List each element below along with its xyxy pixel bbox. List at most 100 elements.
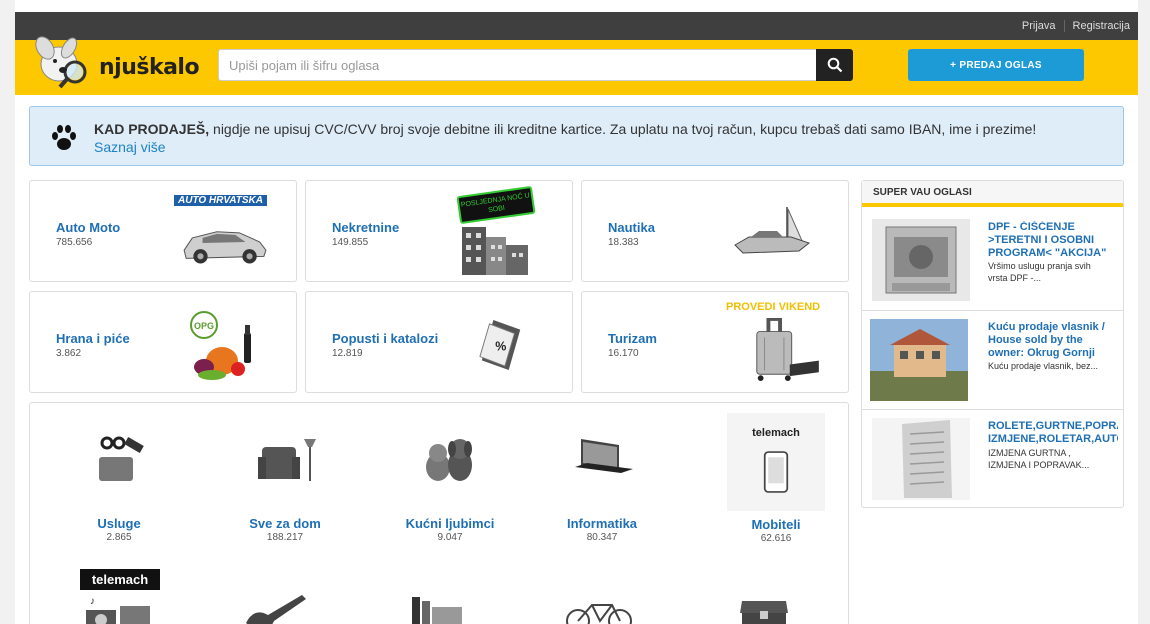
category-title: Informatika: [566, 516, 638, 531]
category-mobiteli[interactable]: telemach Mobiteli 62.616: [716, 413, 836, 544]
music-player-icon: ♪: [86, 596, 150, 624]
ad-thumbnail: [872, 219, 970, 301]
category-title: Nautika: [608, 220, 655, 235]
search-input[interactable]: Upiši pojam ili šifru oglasa: [218, 49, 820, 81]
mobile-phone-icon: [763, 451, 789, 493]
featured-ad[interactable]: DPF - ČIŠĆENJE >TERETNI I OSOBNI PROGRAM…: [862, 211, 1123, 309]
notice-bold: KAD PRODAJEŠ,: [94, 121, 210, 137]
pets-icon: [426, 439, 472, 481]
food-basket-icon: OPG: [190, 311, 251, 380]
guitar-icon: [246, 595, 306, 624]
register-link[interactable]: Registracija: [1063, 20, 1138, 32]
books-icon: [412, 597, 462, 624]
ad-thumbnail: [870, 319, 968, 401]
login-link[interactable]: Prijava: [1014, 20, 1064, 32]
search-button[interactable]: [816, 49, 853, 81]
ad-thumbnail: [872, 418, 970, 500]
category-card-auto-moto[interactable]: Auto Moto 785.656 AUTO HRVATSKA: [29, 180, 297, 282]
bicycle-icon: [566, 604, 632, 624]
ad-title-line-1: DPF - ČIŠĆENJE: [988, 221, 1075, 233]
ad-description: Kuću prodaje vlasnik, bez...: [988, 361, 1099, 371]
category-card-turizam[interactable]: Turizam 16.170 PROVEDI VIKEND: [581, 291, 849, 393]
top-bar: Prijava Registracija: [15, 12, 1138, 40]
ad-description: Vršimo uslugu pranja svih: [988, 261, 1091, 271]
category-usluge[interactable]: Usluge 2.865: [59, 433, 179, 543]
category-card-popusti[interactable]: Popusti i katalozi 12.819 %: [305, 291, 573, 393]
category-grid: Usluge 2.865 Sve za dom 188.217 Kućni lj…: [29, 402, 849, 624]
ad-title-line-2: IZMJENE,ROLETAR,AUTOMATIKA: [988, 433, 1118, 445]
laptop-icon: [575, 439, 633, 473]
category-count: 80.347: [586, 532, 618, 543]
treasure-chest-icon: [740, 601, 788, 624]
weekend-badge: PROVEDI VIKEND: [726, 301, 821, 313]
top-links: Prijava Registracija: [1014, 12, 1138, 40]
category-title: Turizam: [608, 331, 657, 346]
category-count: 62.616: [760, 533, 792, 544]
panel-title: SUPER VAU OGLASI: [862, 181, 1123, 207]
featured-ad[interactable]: Kuću prodaje vlasnik / House sold by the…: [862, 310, 1123, 408]
category-count: 785.656: [56, 237, 93, 248]
category-kucni-ljubimci[interactable]: Kućni ljubimci 9.047: [390, 433, 510, 543]
learn-more-link[interactable]: Saznaj više: [94, 139, 166, 155]
notice-body: nigdje ne upisuj CVC/CVV broj svoje debi…: [209, 121, 1037, 137]
telemach-badge: telemach: [80, 569, 160, 590]
buildings-icon: [462, 227, 528, 275]
paw-icon: [52, 125, 76, 150]
notice-text: KAD PRODAJEŠ, nigdje ne upisuj CVC/CVV b…: [94, 119, 1036, 139]
telemach-logo: telemach: [752, 427, 800, 439]
logo[interactable]: njuškalo: [29, 36, 200, 95]
category-count: 2.865: [106, 532, 132, 543]
logo-text: njuškalo: [99, 55, 200, 80]
ad-title-line-2: House sold by the: [988, 334, 1083, 346]
category-count: 9.047: [437, 532, 463, 543]
ad-title-line-3: PROGRAM< "AKCIJA": [988, 247, 1107, 259]
ad-description-line-2: IZMJENA I POPRAVAK...: [988, 460, 1090, 470]
category-card-nautika[interactable]: Nautika 18.383: [581, 180, 849, 282]
category-title: Nekretnine: [332, 220, 400, 235]
auto-hrvatska-badge: AUTO HRVATSKA: [174, 195, 267, 206]
category-count: 149.855: [332, 237, 369, 248]
ad-title-line-1: ROLETE,GURTNE,POPRAVCI: [988, 420, 1118, 432]
security-notice: KAD PRODAJEŠ, nigdje ne upisuj CVC/CVV b…: [29, 106, 1124, 166]
ad-title-line-1: Kuću prodaje vlasnik /: [988, 321, 1105, 333]
category-title: Sve za dom: [249, 516, 321, 531]
car-icon: [183, 231, 267, 264]
category-count: 12.819: [332, 348, 363, 359]
telemach-music-promo[interactable]: telemach ♪: [80, 569, 160, 624]
featured-ad[interactable]: ROLETE,GURTNE,POPRAVCI IZMJENE,ROLETAR,A…: [862, 409, 1123, 507]
page-left-margin: [0, 0, 15, 624]
search-icon: [827, 57, 842, 73]
page: Prijava Registracija njuškalo Upiši poja…: [0, 0, 1150, 624]
discount-tag-icon: %: [479, 320, 521, 370]
ad-description-line-2: vrsta DPF -...: [988, 273, 1042, 283]
category-title: Kućni ljubimci: [405, 516, 495, 531]
opg-badge: OPG: [194, 321, 214, 331]
category-count: 188.217: [266, 532, 304, 543]
boat-icon: [734, 207, 811, 254]
category-title: Popusti i katalozi: [332, 331, 439, 346]
category-count: 16.170: [608, 348, 639, 359]
category-title: Usluge: [97, 516, 141, 531]
tools-icon: [99, 436, 144, 481]
armchair-icon: [258, 439, 316, 481]
ad-description: IZMJENA GURTNA ,: [988, 448, 1071, 458]
category-sve-za-dom[interactable]: Sve za dom 188.217: [225, 433, 345, 543]
category-count: 3.862: [56, 348, 82, 359]
category-title: Hrana i piće: [56, 331, 130, 346]
ad-title-line-2: >TERETNI I OSOBNI: [988, 234, 1095, 246]
suitcase-icon: [756, 318, 819, 382]
sell-ad-button[interactable]: + PREDAJ OGLAS: [908, 49, 1084, 81]
super-vau-ads-panel: SUPER VAU OGLASI DPF - ČIŠĆENJE >TERETNI…: [861, 180, 1124, 508]
category-card-hrana[interactable]: Hrana i piće 3.862 OPG: [29, 291, 297, 393]
header: njuškalo Upiši pojam ili šifru oglasa + …: [15, 36, 1138, 95]
page-right-margin: [1138, 0, 1150, 624]
svg-text:♪: ♪: [90, 596, 95, 607]
dog-mascot-icon: [35, 36, 87, 89]
category-informatika[interactable]: Informatika 80.347: [542, 433, 662, 543]
last-night-badge-text: POSLJEDNJA NOĆ U SOBI: [460, 192, 531, 215]
category-count: 18.383: [608, 237, 639, 248]
telemach-promo: telemach: [727, 413, 825, 511]
svg-text:%: %: [495, 340, 506, 354]
ad-title-line-3: owner: Okrug Gornji: [988, 347, 1095, 359]
category-card-nekretnine[interactable]: Nekretnine 149.855 POSLJEDNJA NOĆ U SOBI: [305, 180, 573, 282]
